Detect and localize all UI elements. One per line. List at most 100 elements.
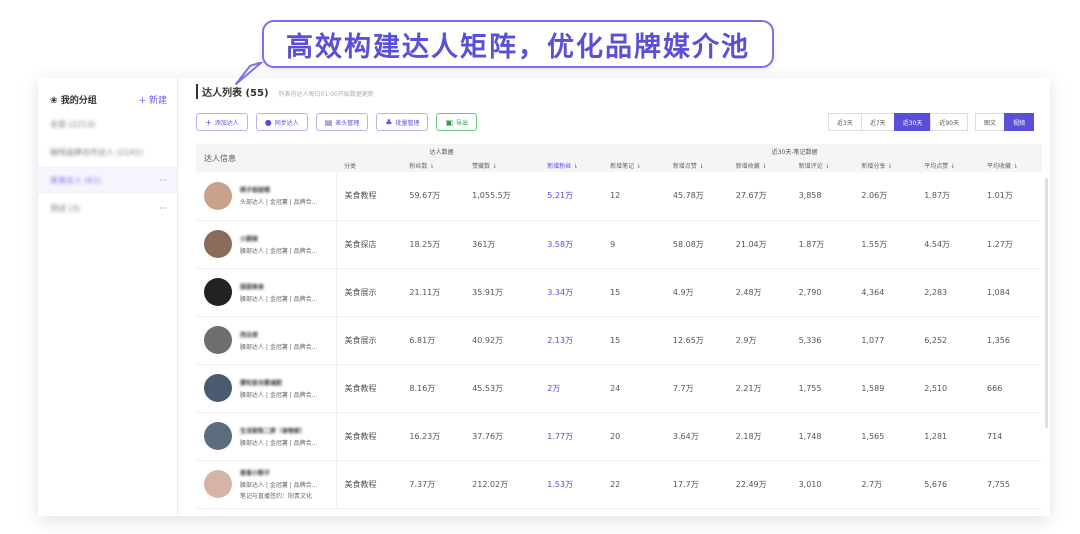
table-cell: 37.76万: [464, 412, 540, 461]
column-header[interactable]: 粉丝数 ⇂: [401, 158, 465, 172]
table-cell: 17.7万: [664, 460, 728, 509]
table-cell: 59.67万: [401, 172, 465, 221]
table-row[interactable]: 小厨娘 腰部达人 | 金冠薯 | 品牌合... 美食探店 18.25万 361万 3.…: [196, 220, 1042, 269]
table-row[interactable]: 甜甜美食 腰部达人 | 金冠薯 | 品牌合... 美食展示 21.11万 35.91…: [196, 268, 1042, 317]
kol-tags: 腰部达人 | 金冠薯 | 品牌合...: [240, 482, 318, 489]
toolbar-button-icon: +: [205, 117, 212, 127]
column-header[interactable]: 平均收藏 ⇂: [979, 158, 1042, 172]
table-cell: 2,283: [916, 268, 980, 317]
kol-name[interactable]: 桃子姐姐哦: [240, 185, 317, 194]
avatar[interactable]: [204, 422, 232, 450]
group-more-button[interactable]: ···: [159, 204, 167, 213]
table-row[interactable]: 要吃饭也要减肥 腰部达人 | 金冠薯 | 品牌合... 美食教程 8.16万 45.…: [196, 364, 1042, 413]
column-header[interactable]: 新增粉丝 ⇂: [539, 158, 603, 172]
sidebar-group-item[interactable]: 测试 (3) ···: [38, 194, 177, 222]
toolbar-button[interactable]: ♣ 批量管理: [376, 113, 429, 131]
date-range-option[interactable]: 近30天: [893, 113, 932, 131]
date-range-option[interactable]: 近7天: [860, 113, 895, 131]
kol-table-body: 桃子姐姐哦 头部达人 | 金冠薯 | 品牌合... 美食教程 59.67万 1,05…: [196, 172, 1042, 509]
table-cell: 9: [602, 220, 665, 269]
table-cell: 212.02万: [464, 460, 540, 509]
table-cell: 3.64万: [664, 412, 728, 461]
group-more-button[interactable]: ···: [159, 176, 167, 185]
table-cell: 2.18万: [727, 412, 791, 461]
kol-name[interactable]: 甜甜美食: [240, 282, 317, 291]
table-scrollbar[interactable]: [1045, 178, 1048, 428]
table-cell: 3.58万: [539, 220, 603, 269]
column-header[interactable]: 新增评论 ⇂: [790, 158, 854, 172]
table-cell: 2万: [539, 364, 603, 413]
toolbar-button-label: 同步达人: [274, 119, 299, 127]
column-header[interactable]: 分类: [336, 158, 402, 172]
table-cell: 27.67万: [727, 172, 791, 221]
toolbar-button-icon: ▤: [324, 117, 333, 127]
my-groups-heading: ❀ 我的分组: [50, 95, 97, 106]
avatar[interactable]: [204, 278, 232, 306]
note-type-option[interactable]: 视频: [1003, 113, 1034, 131]
table-cell: 2.9万: [727, 316, 791, 365]
table-cell: 714: [979, 412, 1042, 461]
kol-tags: 腰部达人 | 金冠薯 | 品牌合...: [240, 391, 318, 399]
new-group-button[interactable]: + 新建: [139, 93, 167, 106]
avatar[interactable]: [204, 470, 232, 498]
toolbar-button[interactable]: ▣ 导出: [436, 113, 478, 131]
column-header[interactable]: 新增分享 ⇂: [853, 158, 917, 172]
table-cell: 5,336: [790, 316, 854, 365]
page-title: 达人列表 (55): [196, 84, 269, 99]
table-cell: 20: [602, 412, 665, 461]
table-row[interactable]: 西瓜君 腰部达人 | 金冠薯 | 品牌合... 美食展示 6.81万 40.92万 2…: [196, 316, 1042, 365]
column-header[interactable]: 赞藏数 ⇂: [464, 158, 540, 172]
column-header[interactable]: 新增收藏 ⇂: [727, 158, 791, 172]
toolbar-actions: + 添加达人 ● 同步达人 ▤ 表头管理 ♣ 批量管理 ▣ 导出: [196, 113, 485, 131]
kol-name[interactable]: 小厨娘: [240, 234, 317, 243]
toolbar-button-icon: ●: [264, 117, 272, 127]
kol-name[interactable]: 西瓜君: [240, 330, 317, 339]
table-cell: 58.08万: [664, 220, 728, 269]
table-row[interactable]: 香香小粽子 腰部达人 | 金冠薯 | 品牌合... 笔记与直播签约：阳青文化 美…: [196, 460, 1042, 509]
kol-tags: 头部达人 | 金冠薯 | 品牌合...: [240, 199, 318, 207]
note-type-option[interactable]: 图文: [974, 113, 1005, 131]
column-header[interactable]: 平均点赞 ⇂: [916, 158, 980, 172]
avatar[interactable]: [204, 181, 232, 210]
kol-extra: 笔记与直播签约：阳青文化: [240, 493, 313, 500]
table-cell: 21.04万: [727, 220, 791, 269]
column-header[interactable]: 新增点赞 ⇂: [664, 158, 728, 172]
toolbar-button[interactable]: ▤ 表头管理: [315, 113, 369, 131]
kol-tags: 腰部达人 | 金冠薯 | 品牌合...: [240, 295, 318, 303]
table-cell: 2,790: [790, 268, 854, 317]
avatar[interactable]: [204, 230, 232, 258]
app-window: ❀ 我的分组 + 新建 全部 (2213) 咖啡品牌合作达人 (2141) 美食…: [38, 78, 1050, 516]
date-range-option[interactable]: 近90天: [930, 113, 968, 131]
kol-name[interactable]: 生活家陈二胖（食物家）: [240, 426, 317, 435]
update-note: 列表内达人每日01:00开始数据更新: [278, 91, 374, 98]
kol-info-cell: 桃子姐姐哦 头部达人 | 金冠薯 | 品牌合...: [196, 172, 337, 221]
table-cell: 2.48万: [727, 268, 791, 317]
kol-name[interactable]: 要吃饭也要减肥: [240, 378, 317, 387]
sidebar-group-item[interactable]: 全部 (2213): [38, 110, 177, 138]
kol-name[interactable]: 香香小粽子: [240, 468, 317, 477]
toolbar-button[interactable]: ● 同步达人: [255, 113, 308, 131]
sidebar-group-item[interactable]: 美食达人 (61) ···: [38, 166, 177, 194]
toolbar-button[interactable]: + 添加达人: [196, 113, 248, 131]
toolbar-button-label: 表头管理: [335, 119, 360, 127]
avatar[interactable]: [204, 374, 232, 402]
date-range-option[interactable]: 近3天: [828, 113, 862, 131]
kol-tags: 腰部达人 | 金冠薯 | 品牌合...: [240, 247, 318, 255]
table-cell: 7.37万: [401, 460, 465, 509]
table-cell: 4.9万: [664, 268, 728, 317]
table-cell: 2.21万: [727, 364, 791, 413]
table-cell: 7.7万: [664, 364, 728, 413]
table-cell: 美食教程: [336, 172, 402, 221]
group-sidebar: ❀ 我的分组 + 新建 全部 (2213) 咖啡品牌合作达人 (2141) 美食…: [38, 78, 178, 516]
table-row[interactable]: 生活家陈二胖（食物家） 腰部达人 | 金冠薯 | 品牌合... 美食教程 16.2…: [196, 412, 1042, 461]
table-cell: 22: [602, 460, 665, 509]
table-cell: 35.91万: [464, 268, 540, 317]
table-cell: 4.54万: [916, 220, 980, 269]
table-row[interactable]: 桃子姐姐哦 头部达人 | 金冠薯 | 品牌合... 美食教程 59.67万 1,05…: [196, 172, 1042, 221]
avatar[interactable]: [204, 326, 232, 354]
column-header[interactable]: 新增笔记 ⇂: [602, 158, 665, 172]
kol-info-cell: 小厨娘 腰部达人 | 金冠薯 | 品牌合...: [196, 220, 337, 269]
sidebar-group-item[interactable]: 咖啡品牌合作达人 (2141): [38, 138, 177, 166]
toolbar-button-icon: ▣: [445, 117, 454, 127]
table-cell: 5.21万: [539, 172, 603, 221]
